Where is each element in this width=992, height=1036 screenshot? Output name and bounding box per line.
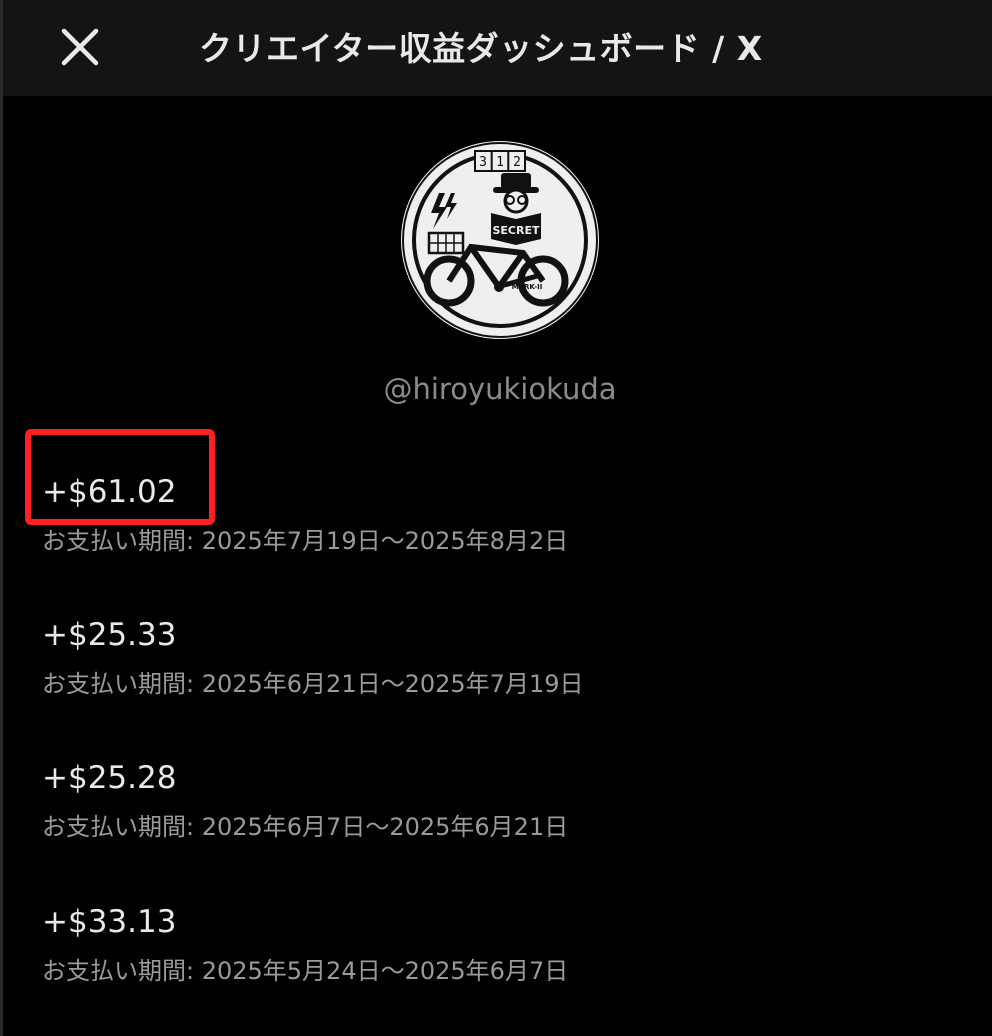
payout-amount: +$33.13	[42, 904, 177, 940]
payout-amount: +$25.33	[42, 617, 177, 653]
payout-amount: +$61.02	[42, 474, 177, 510]
payout-period: お支払い期間: 2025年5月24日〜2025年6月7日	[42, 957, 569, 985]
avatar-sign-text: SECRET	[493, 224, 540, 237]
payout-item: +$33.13 お支払い期間: 2025年5月24日〜2025年6月7日	[42, 902, 568, 988]
payout-period: お支払い期間: 2025年7月19日〜2025年8月2日	[42, 527, 569, 555]
avatar-counter-digit: 2	[513, 155, 521, 170]
payout-item: +$25.28 お支払い期間: 2025年6月7日〜2025年6月21日	[42, 758, 568, 844]
left-edge	[0, 0, 3, 1036]
payout-item: +$61.02 お支払い期間: 2025年7月19日〜2025年8月2日	[42, 472, 568, 558]
close-icon	[61, 28, 99, 66]
payout-item: +$25.33 お支払い期間: 2025年6月21日〜2025年7月19日	[42, 615, 584, 701]
page-title: クリエイター収益ダッシュボード / X	[199, 29, 763, 68]
avatar[interactable]: 3 1 2 SECRET MARK-II	[401, 141, 599, 339]
avatar-illustration: 3 1 2 SECRET MARK-II	[402, 142, 598, 338]
avatar-counter-digit: 1	[496, 155, 504, 170]
header-bar: クリエイター収益ダッシュボード / X	[3, 0, 992, 96]
close-button[interactable]	[49, 16, 111, 78]
avatar-bike-label: MARK-II	[512, 283, 543, 291]
payout-amount: +$25.28	[42, 760, 177, 796]
username: @hiroyukiokuda	[383, 372, 617, 406]
avatar-counter-digit: 3	[479, 155, 487, 170]
payout-period: お支払い期間: 2025年6月7日〜2025年6月21日	[42, 813, 569, 841]
payout-period: お支払い期間: 2025年6月21日〜2025年7月19日	[42, 670, 584, 698]
